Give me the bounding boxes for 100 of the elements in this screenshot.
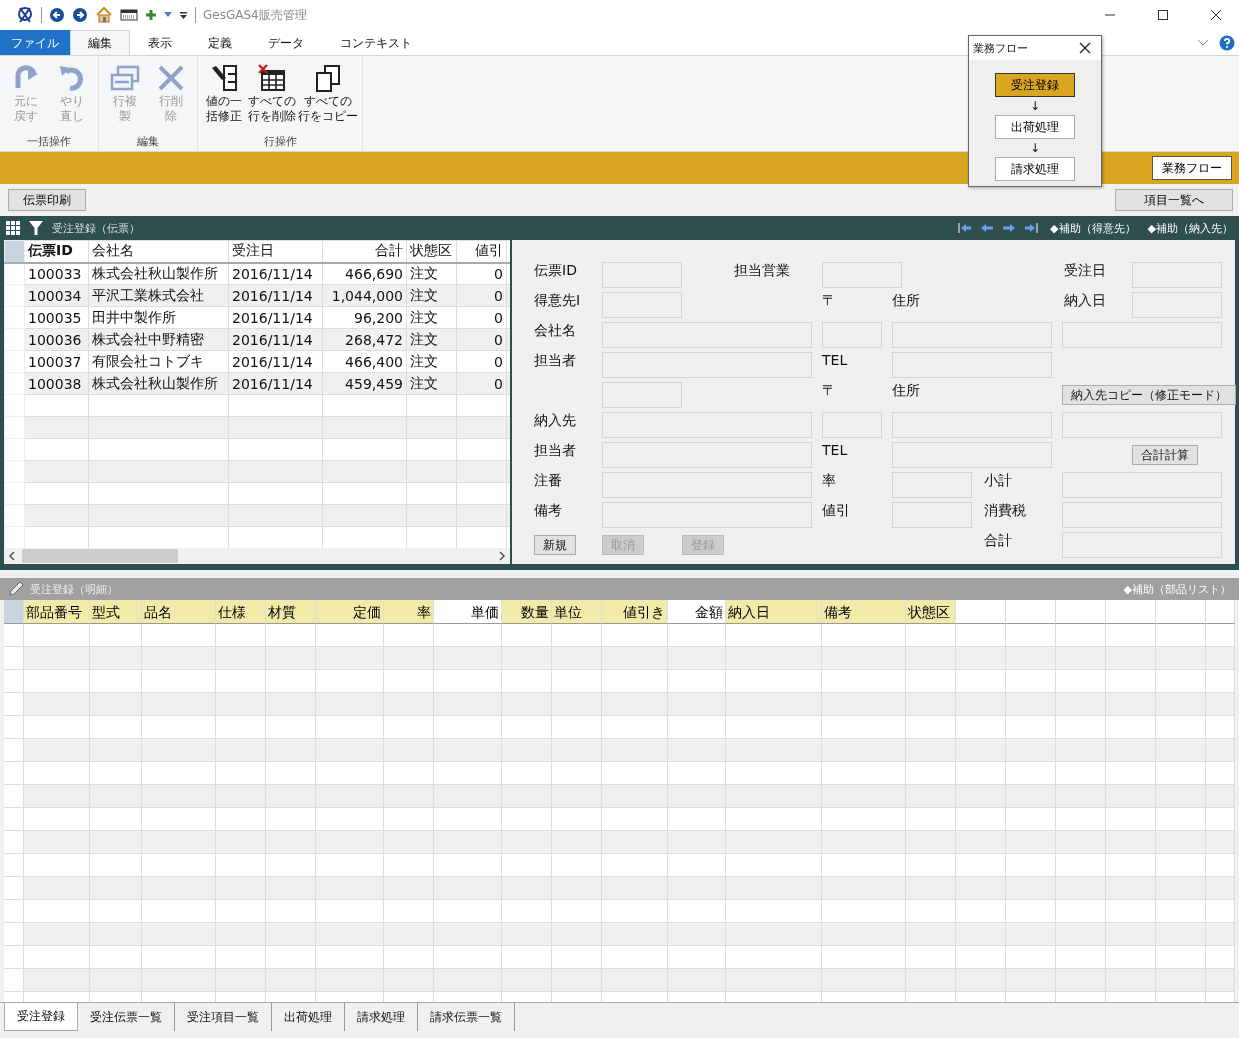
column-header[interactable]: 状態区 [406,240,457,263]
dropdown-caret-icon[interactable] [164,12,172,18]
scroll-right-icon[interactable] [498,551,506,561]
column-header[interactable]: 備考 [822,600,906,624]
scrollbar-thumb[interactable] [22,549,178,563]
input-field[interactable] [822,262,902,288]
input-field[interactable] [1062,472,1222,498]
ribbon-tab[interactable]: 定義 [190,30,250,55]
input-field[interactable] [1062,412,1222,438]
column-header[interactable]: 会社名 [88,240,229,263]
column-header[interactable] [1156,600,1206,624]
bottom-tab[interactable]: 請求伝票一覧 [418,1003,515,1031]
close-icon[interactable] [1079,42,1091,54]
form-button[interactable]: 納入先コピー（修正モード） [1062,385,1236,405]
input-field[interactable] [892,322,1052,348]
customize-caret-icon[interactable] [179,10,188,20]
maximize-icon[interactable] [1157,9,1169,21]
form-button[interactable]: 新規 [534,535,576,555]
column-header[interactable] [956,600,1006,624]
column-header[interactable]: 単価 [434,600,502,624]
input-field[interactable] [822,322,882,348]
back-icon[interactable] [49,7,65,23]
input-field[interactable] [602,502,812,528]
ribbon-button[interactable]: すべての 行を削除 [248,62,296,134]
collapse-ribbon-icon[interactable] [1197,38,1209,47]
column-header[interactable]: 率 [384,600,434,624]
input-field[interactable] [602,292,682,318]
column-header[interactable]: 状態区 [906,600,956,624]
bottom-tab[interactable]: 受注登録 [4,1003,78,1031]
ribbon-tab[interactable]: データ [250,30,322,55]
input-field[interactable] [1132,292,1222,318]
column-header[interactable]: 部品番号 [24,600,90,624]
print-slip-button[interactable]: 伝票印刷 [8,189,86,211]
column-header[interactable]: 仕様 [216,600,266,624]
app-logo-icon[interactable] [16,6,34,24]
column-header[interactable]: 品名 [142,600,216,624]
home-icon[interactable] [95,6,113,24]
ribbon-tab[interactable]: ファイル [0,30,70,55]
input-field[interactable] [1062,532,1222,558]
pencil-icon[interactable] [8,581,24,597]
workflow-button[interactable]: 業務フロー [1152,156,1232,180]
last-record-icon[interactable] [1024,222,1039,234]
input-field[interactable] [602,382,682,408]
input-field[interactable] [892,412,1052,438]
input-field[interactable] [602,472,812,498]
assist-link[interactable]: ◆補助（得意先） [1050,220,1136,236]
input-field[interactable] [892,502,972,528]
help-icon[interactable] [1219,34,1235,51]
add-icon[interactable] [145,9,157,21]
input-field[interactable] [602,412,812,438]
filter-icon[interactable] [28,220,44,236]
column-header[interactable] [1006,600,1056,624]
input-field[interactable] [892,352,1052,378]
ribbon-tab[interactable]: 編集 [70,30,130,55]
input-field[interactable] [1132,262,1222,288]
column-header[interactable]: 定価 [316,600,384,624]
item-list-button[interactable]: 項目一覧へ [1115,189,1233,211]
column-header[interactable]: 金額 [668,600,726,624]
column-header[interactable]: 受注日 [228,240,323,263]
input-field[interactable] [892,442,1052,468]
horizontal-scrollbar[interactable] [4,548,510,564]
column-header[interactable] [1206,600,1235,624]
workflow-step-button[interactable]: 出荷処理 [995,115,1075,139]
input-field[interactable] [602,442,812,468]
bottom-tab[interactable]: 受注項目一覧 [175,1003,272,1031]
close-icon[interactable] [1210,9,1222,21]
bottom-tab[interactable]: 請求処理 [345,1003,418,1031]
column-header[interactable]: 納入日 [726,600,822,624]
column-header[interactable] [1056,600,1106,624]
column-header[interactable]: 数量 [502,600,552,624]
input-field[interactable] [602,352,812,378]
input-field[interactable] [1062,502,1222,528]
bottom-tab[interactable]: 出荷処理 [272,1003,345,1031]
form-button[interactable]: 合計計算 [1132,445,1198,465]
ribbon-tab[interactable]: 表示 [130,30,190,55]
workflow-step-button[interactable]: 請求処理 [995,157,1075,181]
input-field[interactable] [602,322,812,348]
forward-icon[interactable] [72,7,88,23]
input-field[interactable] [822,412,882,438]
ribbon-tab[interactable]: コンテキスト [322,30,430,55]
column-header[interactable]: 値引 [456,240,507,263]
input-field[interactable] [1062,322,1222,348]
input-field[interactable] [892,472,972,498]
ribbon-button[interactable]: 値の一 括修正 [202,62,246,134]
first-record-icon[interactable] [958,222,973,234]
input-field[interactable] [602,262,682,288]
column-header[interactable]: 合計 [322,240,407,263]
next-record-icon[interactable] [1002,222,1017,234]
column-header[interactable]: 材質 [266,600,316,624]
assist-link[interactable]: ◆補助（納入先） [1147,220,1233,236]
column-header[interactable]: 値引き [602,600,668,624]
workflow-step-button[interactable]: 受注登録 [995,73,1075,97]
ribbon-button[interactable]: すべての 行をコピー [298,62,358,134]
column-header[interactable]: 伝票ID [24,240,89,263]
scroll-left-icon[interactable] [8,551,16,561]
previous-record-icon[interactable] [980,222,995,234]
keyboard-icon[interactable] [120,8,138,22]
bottom-tab[interactable]: 受注伝票一覧 [78,1003,175,1031]
grid-icon[interactable] [6,221,20,235]
column-header[interactable]: 型式 [90,600,142,624]
